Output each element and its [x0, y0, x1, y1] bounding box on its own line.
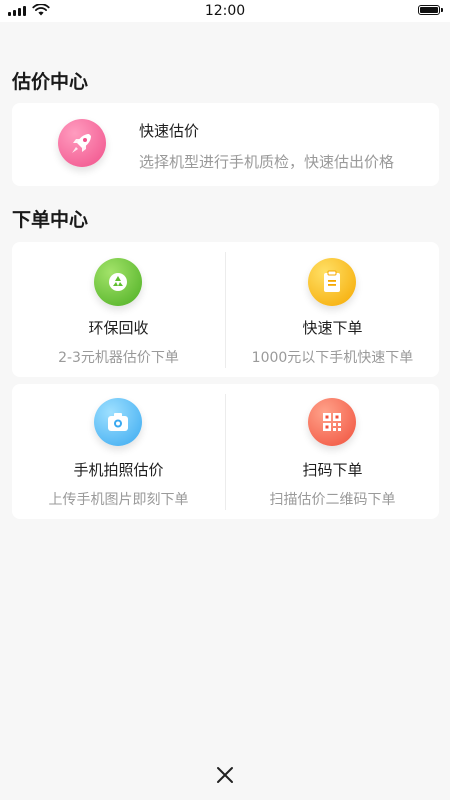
clipboard-icon — [308, 258, 356, 306]
photo-estimate-subtitle: 上传手机图片即刻下单 — [48, 492, 189, 508]
photo-estimate-item[interactable]: 手机拍照估价 上传手机图片即刻下单 — [12, 384, 225, 519]
status-bar: 12:00 — [0, 0, 450, 22]
close-icon — [217, 767, 233, 783]
quick-order-item[interactable]: 快速下单 1000元以下手机快速下单 — [226, 242, 439, 377]
quick-estimate-card[interactable]: 快速估价 选择机型进行手机质检，快速估出价格 — [12, 103, 439, 186]
quick-estimate-description: 选择机型进行手机质检，快速估出价格 — [139, 153, 395, 171]
eco-recycle-item[interactable]: 环保回收 2-3元机器估价下单 — [12, 242, 225, 377]
close-button[interactable] — [214, 764, 236, 786]
quick-estimate-title: 快速估价 — [139, 122, 200, 140]
qrcode-icon — [308, 398, 356, 446]
eco-recycle-title: 环保回收 — [88, 319, 149, 337]
status-time: 12:00 — [204, 3, 246, 19]
photo-estimate-title: 手机拍照估价 — [73, 461, 164, 479]
camera-icon — [94, 398, 142, 446]
order-card-row-1: 环保回收 2-3元机器估价下单 快速下单 1000元以下手机快速下单 — [12, 242, 439, 377]
scan-order-subtitle: 扫描估价二维码下单 — [269, 492, 396, 508]
quick-order-subtitle: 1000元以下手机快速下单 — [251, 350, 414, 366]
scan-order-item[interactable]: 扫码下单 扫描估价二维码下单 — [226, 384, 439, 519]
battery-icon — [418, 5, 443, 15]
rocket-icon — [58, 119, 106, 167]
scan-order-title: 扫码下单 — [302, 461, 363, 479]
recycle-icon — [94, 258, 142, 306]
order-card-row-2: 手机拍照估价 上传手机图片即刻下单 扫码下单 扫描估价二维码下单 — [12, 384, 439, 519]
quick-order-title: 快速下单 — [302, 319, 363, 337]
order-center-title: 下单中心 — [12, 209, 89, 231]
estimate-center-title: 估价中心 — [12, 71, 89, 93]
eco-recycle-subtitle: 2-3元机器估价下单 — [58, 350, 179, 366]
